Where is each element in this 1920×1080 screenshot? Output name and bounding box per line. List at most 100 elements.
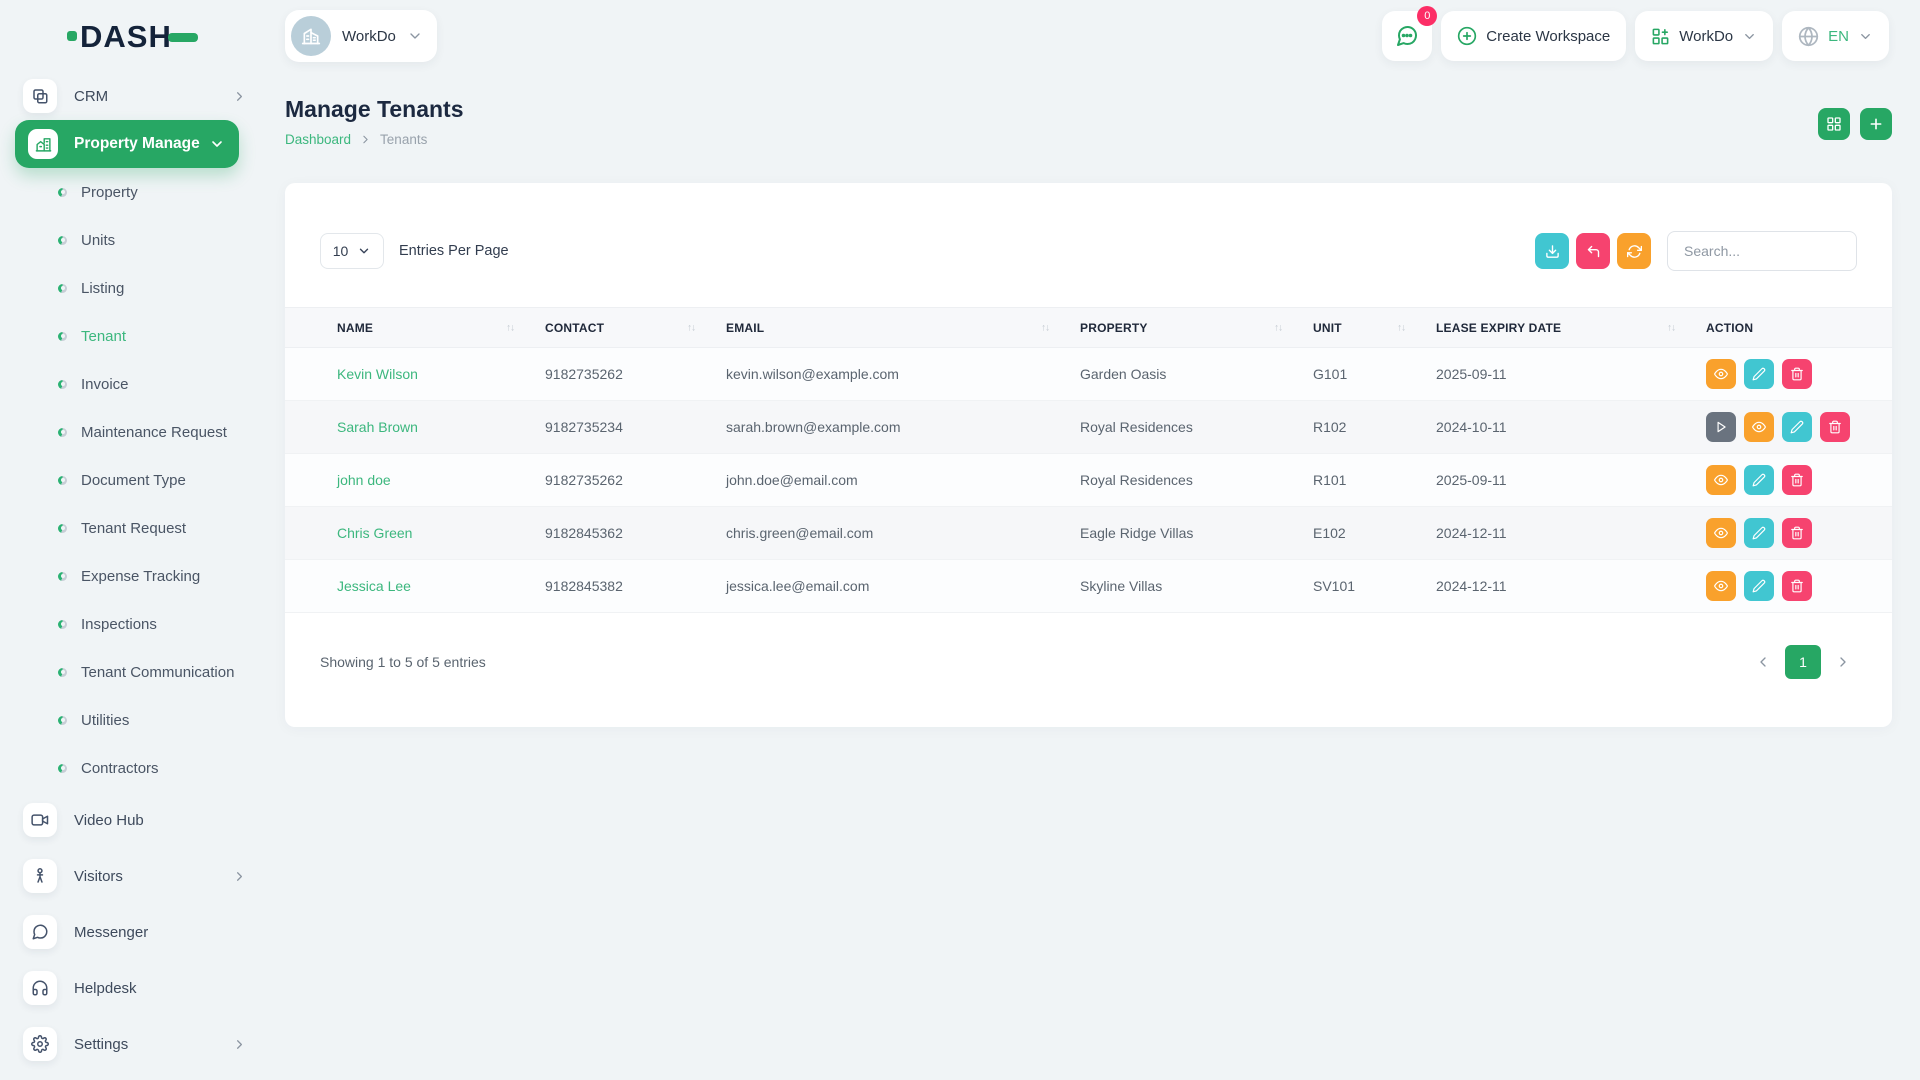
trash-icon bbox=[1790, 473, 1804, 487]
sidebar-item-listing[interactable]: Listing bbox=[15, 264, 265, 312]
app-logo[interactable]: DASH bbox=[0, 21, 285, 52]
edit-button[interactable] bbox=[1782, 412, 1812, 442]
contact-cell: 9182735262 bbox=[528, 454, 709, 507]
undo-button[interactable] bbox=[1576, 233, 1610, 269]
sidebar-item-document-type[interactable]: Document Type bbox=[15, 456, 265, 504]
sidebar-group-property-manage[interactable]: Property Manage bbox=[15, 120, 239, 168]
view-button[interactable] bbox=[1706, 359, 1736, 389]
view-button[interactable] bbox=[1744, 412, 1774, 442]
email-cell: chris.green@email.com bbox=[709, 507, 1063, 560]
sort-icon[interactable]: ↑↓ bbox=[1041, 322, 1049, 333]
column-header-email[interactable]: EMAIL↑↓ bbox=[709, 308, 1063, 348]
column-header-property[interactable]: PROPERTY↑↓ bbox=[1063, 308, 1296, 348]
tenant-name-link[interactable]: Kevin Wilson bbox=[337, 366, 418, 382]
sidebar: CRM Property Manage PropertyUnits Listing… bbox=[0, 72, 285, 1072]
bullet-icon bbox=[58, 476, 67, 485]
grid-view-button[interactable] bbox=[1818, 108, 1850, 140]
sidebar-item-units[interactable]: Units bbox=[15, 216, 265, 264]
sidebar-item-inspections[interactable]: Inspections bbox=[15, 600, 265, 648]
delete-button[interactable] bbox=[1782, 518, 1812, 548]
plus-icon bbox=[1868, 116, 1884, 132]
tenant-name-link[interactable]: john doe bbox=[337, 472, 391, 488]
delete-button[interactable] bbox=[1782, 359, 1812, 389]
edit-button[interactable] bbox=[1744, 465, 1774, 495]
sidebar-item-property[interactable]: Property bbox=[15, 168, 265, 216]
previous-page-button[interactable] bbox=[1749, 646, 1777, 678]
lease-expiry-cell: 2025-09-11 bbox=[1419, 454, 1689, 507]
create-workspace-button[interactable]: Create Workspace bbox=[1441, 11, 1626, 61]
column-header-lease-expiry-date[interactable]: LEASE EXPIRY DATE↑↓ bbox=[1419, 308, 1689, 348]
play-button[interactable] bbox=[1706, 412, 1736, 442]
sort-icon[interactable]: ↑↓ bbox=[1667, 322, 1675, 333]
delete-button[interactable] bbox=[1820, 412, 1850, 442]
tenant-name-link[interactable]: Chris Green bbox=[337, 525, 412, 541]
lease-expiry-cell: 2024-12-11 bbox=[1419, 560, 1689, 613]
sidebar-item-invoice[interactable]: Invoice bbox=[15, 360, 265, 408]
add-tenant-button[interactable] bbox=[1860, 108, 1892, 140]
sidebar-item-tenant-communication[interactable]: Tenant Communication bbox=[15, 648, 265, 696]
app-switcher[interactable]: WorkDo bbox=[1635, 11, 1773, 61]
sidebar-item-tenant-request[interactable]: Tenant Request bbox=[15, 504, 265, 552]
property-cell: Royal Residences bbox=[1063, 454, 1296, 507]
workspace-avatar bbox=[291, 16, 331, 56]
tenant-name-link[interactable]: Jessica Lee bbox=[337, 578, 411, 594]
crm-icon bbox=[23, 79, 57, 113]
language-selector[interactable]: EN bbox=[1782, 11, 1889, 61]
bullet-icon bbox=[58, 716, 67, 725]
sidebar-item-messenger[interactable]: Messenger bbox=[15, 904, 265, 960]
delete-button[interactable] bbox=[1782, 465, 1812, 495]
email-cell: john.doe@email.com bbox=[709, 454, 1063, 507]
workspace-selector[interactable]: WorkDo bbox=[285, 10, 437, 62]
sidebar-item-crm[interactable]: CRM bbox=[15, 72, 265, 120]
next-page-button[interactable] bbox=[1829, 646, 1857, 678]
view-button[interactable] bbox=[1706, 518, 1736, 548]
sidebar-item-contractors[interactable]: Contractors bbox=[15, 744, 265, 792]
sidebar-item-expense-tracking[interactable]: Expense Tracking bbox=[15, 552, 265, 600]
eye-icon bbox=[1714, 579, 1728, 593]
sidebar-item-tenant[interactable]: Tenant bbox=[15, 312, 265, 360]
search-input[interactable] bbox=[1667, 231, 1857, 271]
action-cell bbox=[1689, 454, 1892, 507]
view-button[interactable] bbox=[1706, 571, 1736, 601]
sort-icon[interactable]: ↑↓ bbox=[1397, 322, 1405, 333]
table-header-row: NAME↑↓CONTACT↑↓EMAIL↑↓PROPERTY↑↓UNIT↑↓LE… bbox=[285, 308, 1892, 348]
column-header-contact[interactable]: CONTACT↑↓ bbox=[528, 308, 709, 348]
sort-icon[interactable]: ↑↓ bbox=[687, 322, 695, 333]
app-menu-label: WorkDo bbox=[1679, 28, 1733, 45]
sidebar-sub-menu: PropertyUnits Listing TenantInvoiceMainten… bbox=[15, 168, 265, 792]
sidebar-item-utilities[interactable]: Utilities bbox=[15, 696, 265, 744]
sort-icon[interactable]: ↑↓ bbox=[506, 322, 514, 333]
unit-cell: E102 bbox=[1296, 507, 1419, 560]
column-header-name[interactable]: NAME↑↓ bbox=[285, 308, 528, 348]
chat-button[interactable]: 0 bbox=[1382, 11, 1432, 61]
refresh-button[interactable] bbox=[1617, 233, 1651, 269]
export-button[interactable] bbox=[1535, 233, 1569, 269]
sidebar-item-helpdesk[interactable]: Helpdesk bbox=[15, 960, 265, 1016]
tenant-name-link[interactable]: Sarah Brown bbox=[337, 419, 418, 435]
column-header-unit[interactable]: UNIT↑↓ bbox=[1296, 308, 1419, 348]
sidebar-item-label: Listing bbox=[81, 280, 124, 297]
sidebar-item-settings[interactable]: Settings bbox=[15, 1016, 265, 1072]
breadcrumb-dashboard-link[interactable]: Dashboard bbox=[285, 132, 351, 147]
chat-bubble-icon bbox=[1395, 24, 1419, 48]
sidebar-item-visitors[interactable]: Visitors bbox=[15, 848, 265, 904]
pencil-icon bbox=[1752, 526, 1766, 540]
chevron-down-icon bbox=[407, 28, 423, 44]
delete-button[interactable] bbox=[1782, 571, 1812, 601]
sort-icon[interactable]: ↑↓ bbox=[1274, 322, 1282, 333]
sidebar-item-video-hub[interactable]: Video Hub bbox=[15, 792, 265, 848]
sidebar-item-maintenance-request[interactable]: Maintenance Request bbox=[15, 408, 265, 456]
name-cell: john doe bbox=[285, 454, 528, 507]
view-button[interactable] bbox=[1706, 465, 1736, 495]
sidebar-item-label: Helpdesk bbox=[74, 980, 137, 997]
edit-button[interactable] bbox=[1744, 518, 1774, 548]
chevron-down-icon bbox=[209, 136, 225, 152]
page-number-button[interactable]: 1 bbox=[1785, 645, 1821, 679]
entries-per-page-select[interactable]: 10 bbox=[320, 233, 384, 269]
sidebar-item-label: CRM bbox=[74, 88, 108, 105]
eye-icon bbox=[1714, 526, 1728, 540]
edit-button[interactable] bbox=[1744, 571, 1774, 601]
undo-icon bbox=[1586, 244, 1601, 259]
name-cell: Chris Green bbox=[285, 507, 528, 560]
edit-button[interactable] bbox=[1744, 359, 1774, 389]
